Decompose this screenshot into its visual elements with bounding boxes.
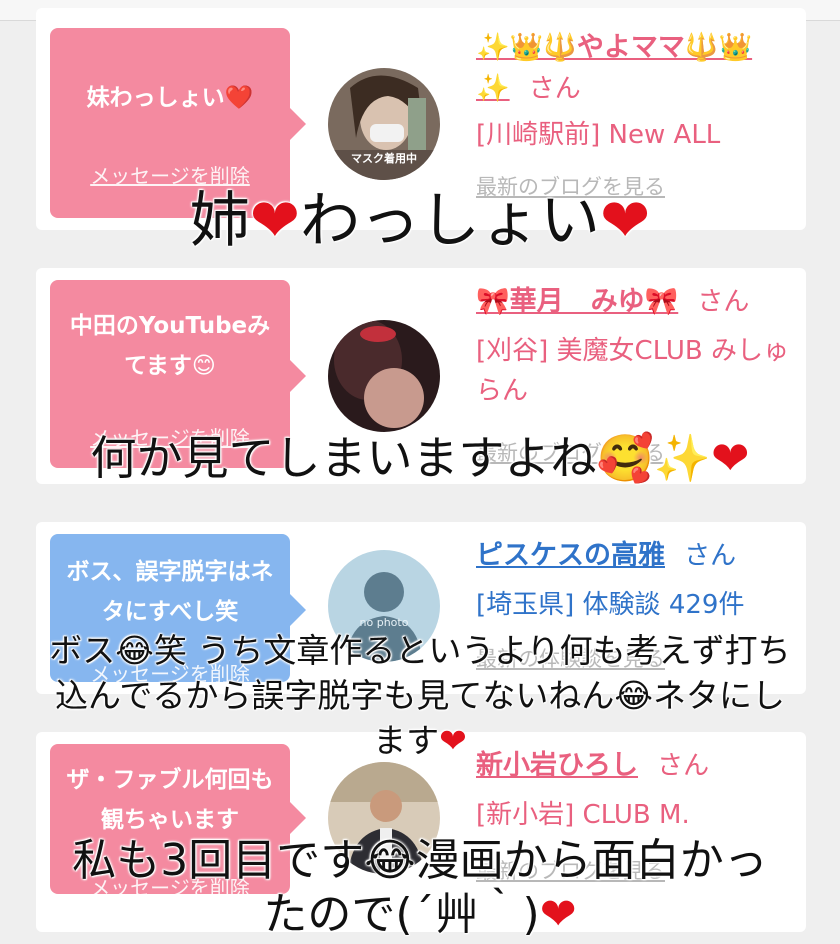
bubble-tail [290, 108, 306, 140]
caption-text: 何か見てしまいますよね🥰✨ [90, 431, 711, 485]
bubble-tail [290, 360, 306, 392]
heart-icon: ❤ [439, 721, 467, 760]
shop-detail: [新小岩] CLUB M. [476, 800, 690, 830]
bubble-tail [290, 802, 306, 834]
overlay-caption-1: 姉❤わっしょい❤ [0, 186, 840, 256]
delete-message-link[interactable]: メッセージを削除 [50, 160, 290, 189]
overlay-caption-4: 私も3回目です😂漫画から面白かっ たので(´艸｀)❤ [0, 834, 840, 942]
heart-icon: ❤ [539, 889, 577, 940]
message-text: ザ・ファブル何回も観ちゃいます [66, 767, 274, 833]
bubble-tail [290, 594, 306, 626]
message-text: 中田のYouTubeみてます😊 [69, 313, 271, 379]
caption-line: 私も3回目です😂漫画から面白かっ [72, 835, 768, 886]
message-text: 妹わっしょい❤️ [86, 85, 254, 111]
avatar[interactable]: マスク着用中 [328, 68, 440, 180]
profile-name-text: ✨👑🔱やよママ🔱👑 [476, 32, 753, 63]
caption-text: わっしょい [300, 186, 600, 256]
profile-name-row: 🎀華月 みゆ🎀 さん [476, 282, 796, 325]
caption-text: ます [373, 721, 440, 760]
caption-line-2: たので(´艸｀)❤ [0, 888, 840, 942]
caption-text: 姉 [189, 186, 250, 256]
profile-info: ✨👑🔱やよママ🔱👑 ✨ さん [川崎駅前] New ALL 最新のブログを見る [476, 30, 796, 201]
avatar-photo [328, 320, 440, 432]
profile-name[interactable]: ピスケスの高雅 [476, 540, 665, 571]
shop-detail: [川崎駅前] New ALL [476, 120, 721, 150]
caption-text: たので(´艸｀) [263, 889, 540, 940]
honorific: さん [528, 74, 581, 104]
avatar-caption: マスク着用中 [351, 152, 417, 165]
review-detail: [埼玉県] 体験談 429件 [476, 590, 745, 620]
profile-name[interactable]: 🎀華月 みゆ🎀 [476, 286, 678, 317]
overlay-caption-2: 何か見てしまいますよね🥰✨❤ [0, 430, 840, 486]
profile-name-row: ピスケスの高雅 さん [476, 536, 796, 579]
heart-icon: ❤ [600, 186, 651, 256]
shop-detail: [刈谷] 美魔女CLUB みしゅらん [476, 336, 790, 406]
message-text: ボス、誤字脱字はネタにすべし笑 [66, 559, 274, 625]
heart-icon: ❤ [711, 431, 750, 485]
profile-name-text-cont[interactable]: ✨ [476, 73, 510, 104]
caption-line: ボス😂笑 うち文章作るというより何も考えず打ち [49, 631, 791, 670]
profile-name[interactable]: ✨👑🔱やよママ🔱👑 [476, 30, 796, 66]
profile-name-row2: ✨ さん [476, 66, 796, 115]
caption-line-3: ます❤ [0, 718, 840, 763]
honorific: さん [697, 287, 750, 317]
honorific: さん [684, 541, 737, 571]
avatar[interactable] [328, 320, 440, 432]
heart-icon: ❤ [249, 186, 300, 256]
caption-line: 込んでるから誤字脱字も見てないねん😂ネタにし [55, 676, 785, 715]
overlay-caption-3: ボス😂笑 うち文章作るというより何も考えず打ち 込んでるから誤字脱字も見てないね… [0, 628, 840, 763]
